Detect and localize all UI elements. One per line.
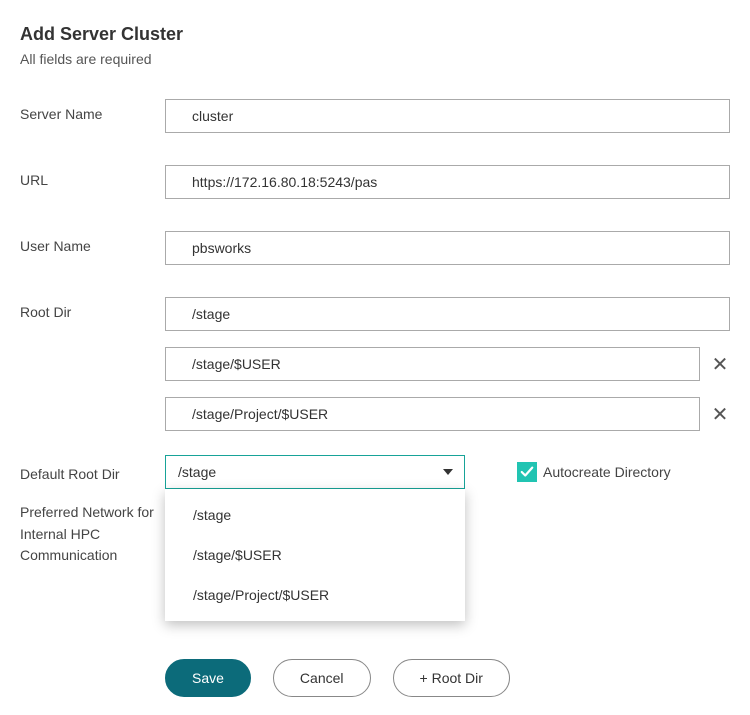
label-url: URL bbox=[20, 165, 165, 191]
form-title: Add Server Cluster bbox=[20, 24, 730, 45]
save-button[interactable]: Save bbox=[165, 659, 251, 697]
default-root-dir-select[interactable]: /stage bbox=[165, 455, 465, 489]
default-root-dir-dropdown: /stage /stage/$USER /stage/Project/$USER bbox=[165, 489, 465, 621]
add-root-dir-button[interactable]: + Root Dir bbox=[393, 659, 510, 697]
label-root-dir: Root Dir bbox=[20, 297, 165, 323]
cancel-button[interactable]: Cancel bbox=[273, 659, 371, 697]
form-subtitle: All fields are required bbox=[20, 51, 730, 67]
close-icon[interactable]: ✕ bbox=[710, 352, 730, 377]
dropdown-option-2[interactable]: /stage/$USER bbox=[165, 535, 465, 575]
autocreate-label: Autocreate Directory bbox=[543, 464, 671, 480]
extra-root-dir-input-1[interactable] bbox=[165, 347, 700, 381]
url-input[interactable] bbox=[165, 165, 730, 199]
root-dir-input[interactable] bbox=[165, 297, 730, 331]
label-server-name: Server Name bbox=[20, 99, 165, 125]
extra-root-dir-input-2[interactable] bbox=[165, 397, 700, 431]
server-name-input[interactable] bbox=[165, 99, 730, 133]
autocreate-checkbox[interactable] bbox=[517, 462, 537, 482]
dropdown-option-1[interactable]: /stage bbox=[165, 495, 465, 535]
check-icon bbox=[520, 465, 534, 479]
close-icon[interactable]: ✕ bbox=[710, 402, 730, 427]
dropdown-option-3[interactable]: /stage/Project/$USER bbox=[165, 575, 465, 615]
user-name-input[interactable] bbox=[165, 231, 730, 265]
label-preferred-network: Preferred Network for Internal HPC Commu… bbox=[20, 502, 165, 567]
label-user-name: User Name bbox=[20, 231, 165, 257]
label-default-root-dir: Default Root Dir bbox=[20, 459, 165, 485]
default-root-dir-selected-value: /stage bbox=[178, 464, 216, 480]
